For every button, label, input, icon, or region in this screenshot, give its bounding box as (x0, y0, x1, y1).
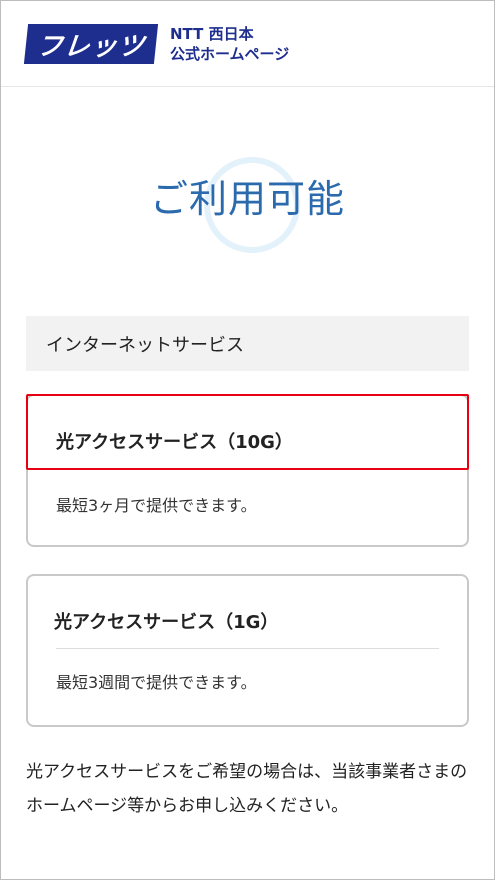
application-note: 光アクセスサービスをご希望の場合は、当該事業者さまのホームページ等からお申し込み… (26, 762, 468, 816)
category-header: インターネットサービス (26, 316, 469, 371)
flets-logo[interactable]: フレッツ (23, 23, 159, 64)
page-frame: フレッツ NTT 西日本 公式ホームページ ご利用可能 インターネットサービス … (0, 0, 495, 880)
service-title-1g: 光アクセスサービス（1G） (54, 612, 279, 633)
site-header: フレッツ NTT 西日本 公式ホームページ (1, 1, 494, 87)
service-card-10g: 光アクセスサービス（10G） 最短3ヶ月で提供できます。 (26, 394, 469, 547)
brand-line-2: 公式ホームページ (170, 44, 290, 63)
brand-line-1: NTT 西日本 (170, 24, 254, 43)
service-lead-time-10g: 最短3ヶ月で提供できます。 (56, 496, 257, 515)
brand-name: NTT 西日本 公式ホームページ (170, 24, 289, 64)
logo-text: フレッツ (35, 31, 147, 61)
availability-banner: ご利用可能 (1, 87, 494, 267)
availability-status: ご利用可能 (149, 176, 345, 221)
service-lead-time-1g: 最短3週間で提供できます。 (56, 673, 257, 692)
service-card-1g: 光アクセスサービス（1G） 最短3週間で提供できます。 (26, 574, 469, 727)
service-title-10g: 光アクセスサービス（10G） (26, 394, 469, 470)
